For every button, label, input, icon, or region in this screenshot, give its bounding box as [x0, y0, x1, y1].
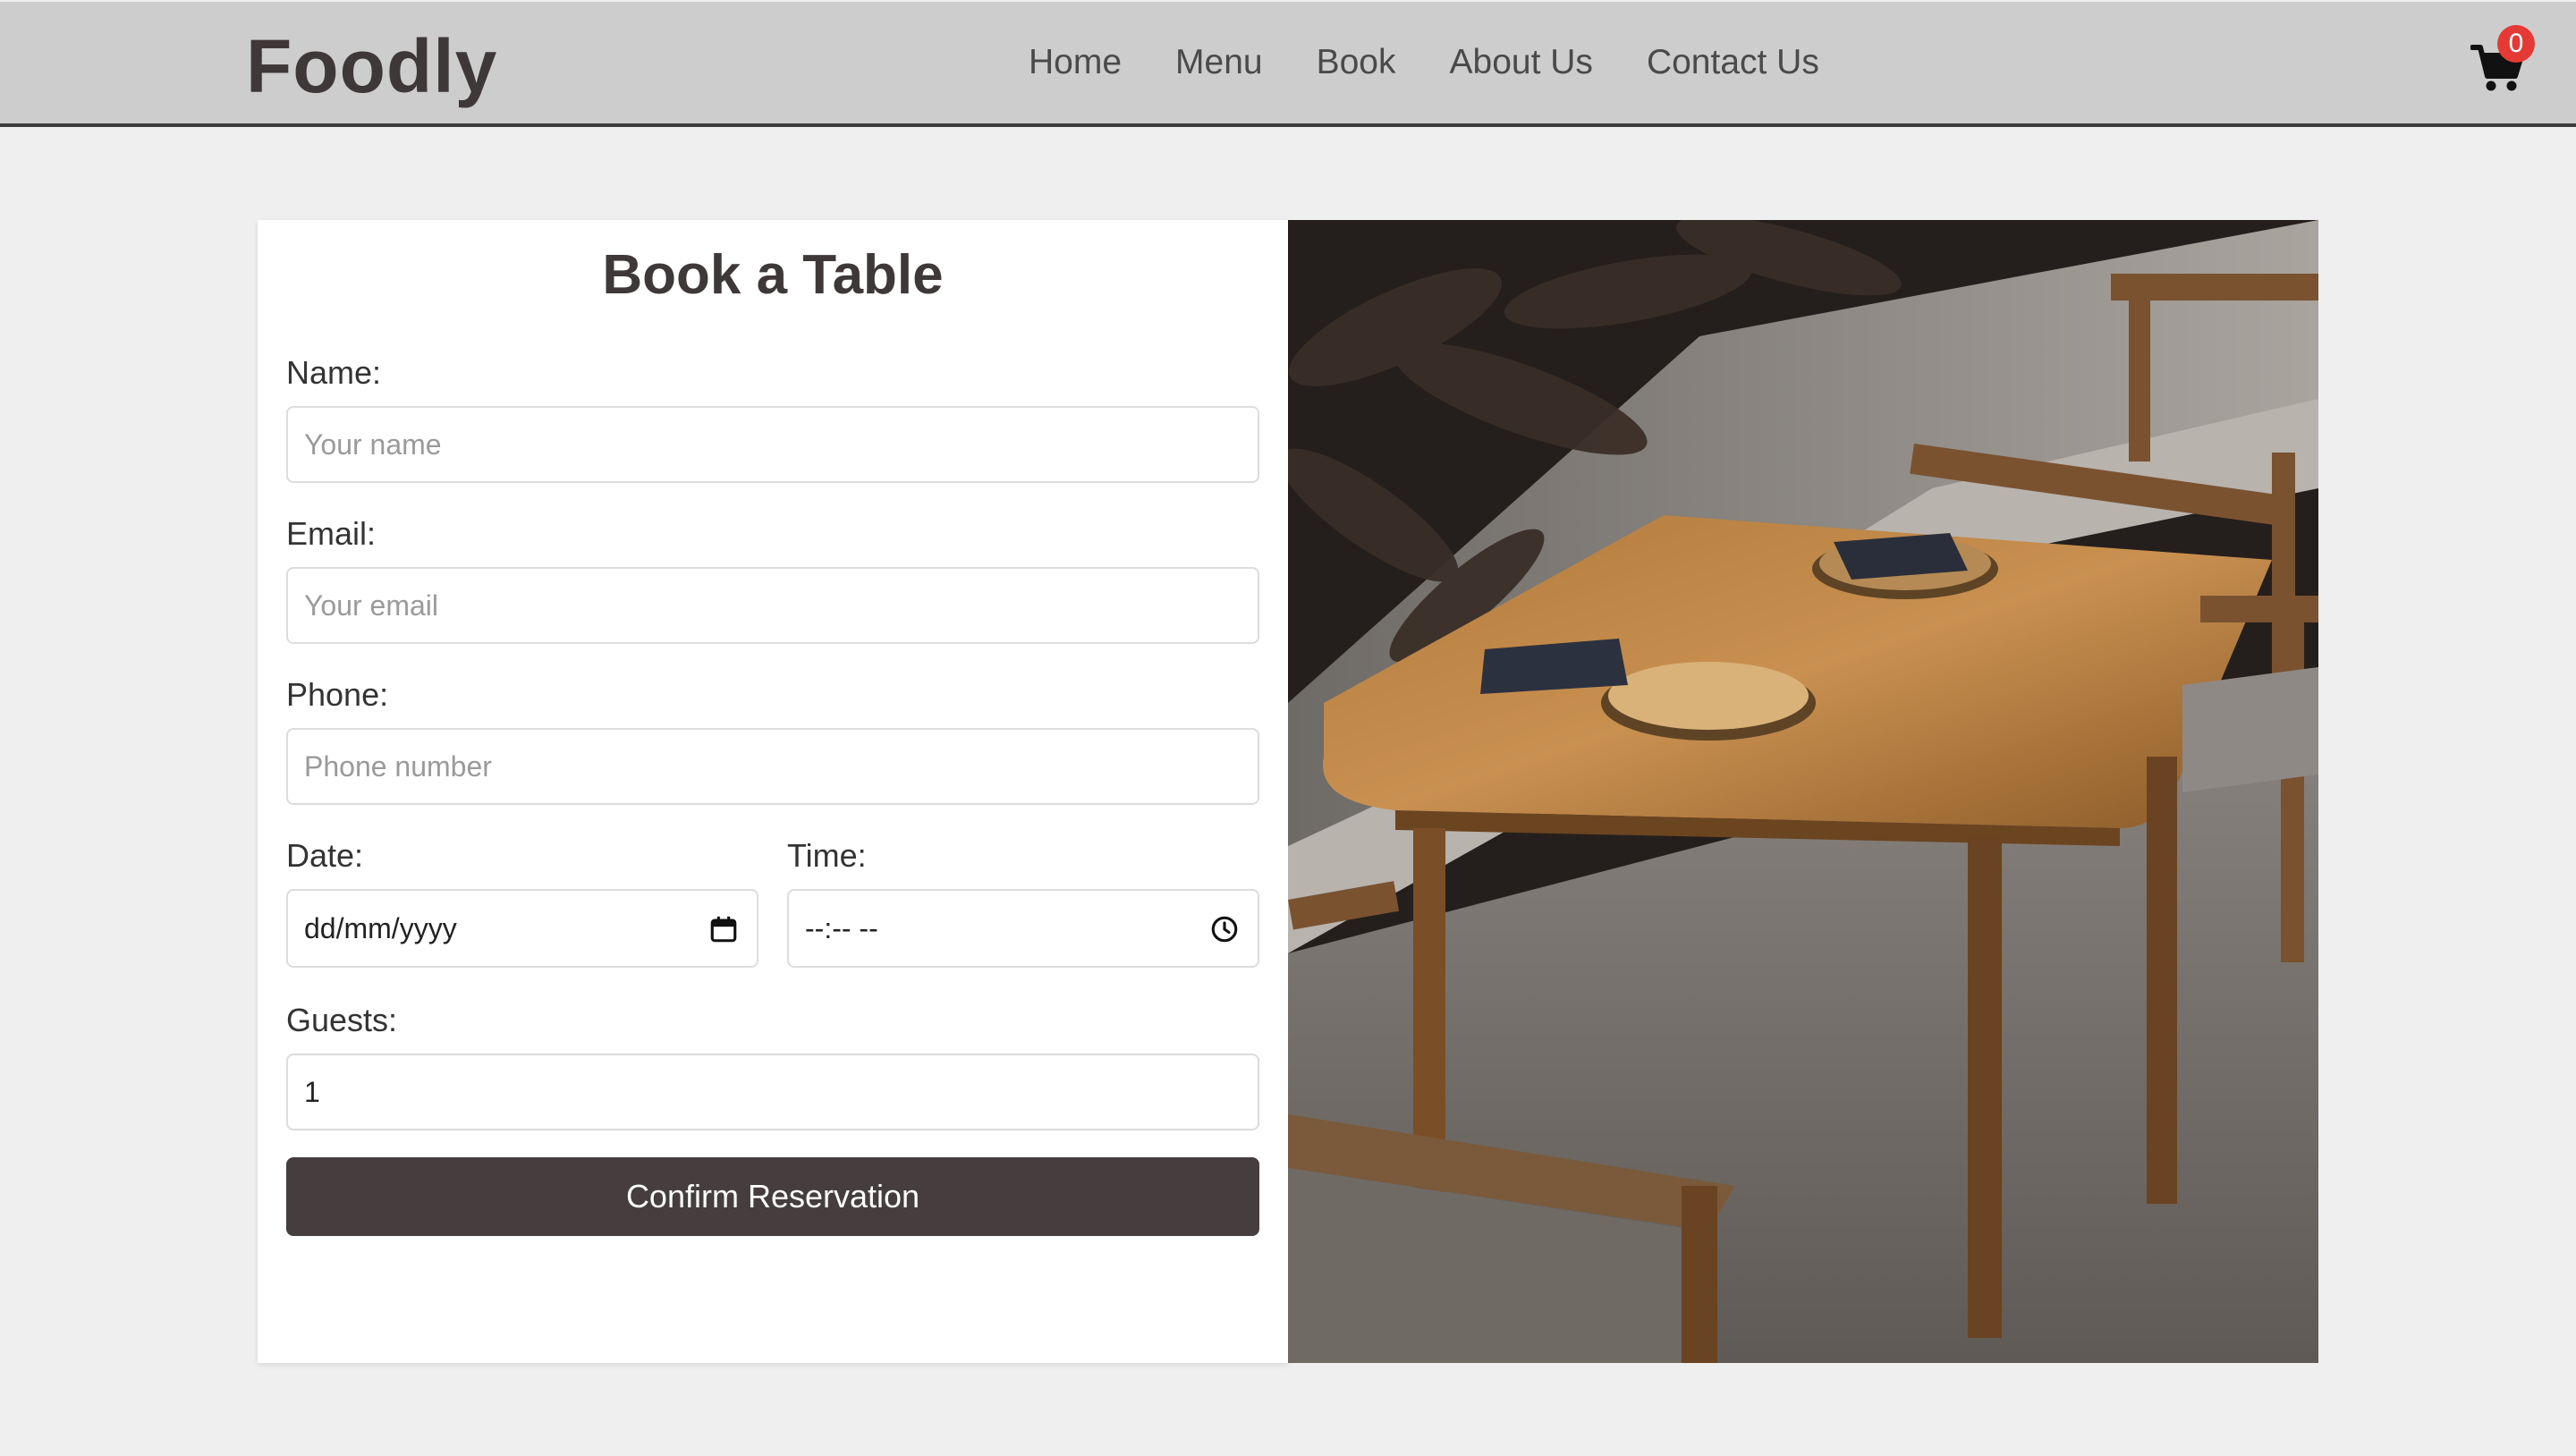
time-label: Time: — [787, 837, 867, 874]
restaurant-table-photo — [1288, 220, 2318, 1363]
navbar: Foodly Home Menu Book About Us Contact U… — [0, 2, 2576, 127]
time-value: --:-- -- — [805, 912, 878, 944]
date-value: dd/mm/yyyy — [304, 912, 457, 944]
nav-menu-link[interactable]: Menu — [1175, 43, 1263, 82]
name-label: Name: — [286, 354, 382, 391]
nav-about-link[interactable]: About Us — [1450, 43, 1593, 82]
nav-home-link[interactable]: Home — [1029, 43, 1122, 82]
nav-book-link[interactable]: Book — [1317, 43, 1396, 82]
name-input[interactable] — [286, 406, 1259, 483]
email-label: Email: — [286, 515, 377, 552]
date-label: Date: — [286, 837, 364, 874]
time-input[interactable]: --:-- -- — [787, 889, 1259, 968]
confirm-reservation-button[interactable]: Confirm Reservation — [286, 1157, 1259, 1236]
phone-input[interactable] — [286, 728, 1259, 805]
form-title: Book a Table — [602, 244, 944, 306]
guests-label: Guests: — [286, 1002, 398, 1038]
restaurant-table-illustration — [1288, 220, 2318, 1363]
guests-input[interactable] — [286, 1054, 1259, 1130]
cart-button[interactable]: 0 — [2470, 25, 2535, 95]
calendar-icon[interactable] — [708, 914, 739, 944]
cart-count-badge: 0 — [2497, 25, 2535, 63]
logo[interactable]: Foodly — [246, 23, 497, 110]
nav-links: Home Menu Book About Us Contact Us — [1029, 43, 1819, 82]
clock-icon[interactable] — [1209, 914, 1240, 944]
email-input[interactable] — [286, 567, 1259, 644]
booking-form-card: Book a Table Name: Email: Phone: Date: d… — [258, 220, 1288, 1363]
phone-label: Phone: — [286, 676, 389, 713]
nav-contact-link[interactable]: Contact Us — [1647, 43, 1819, 82]
date-input[interactable]: dd/mm/yyyy — [286, 889, 758, 968]
